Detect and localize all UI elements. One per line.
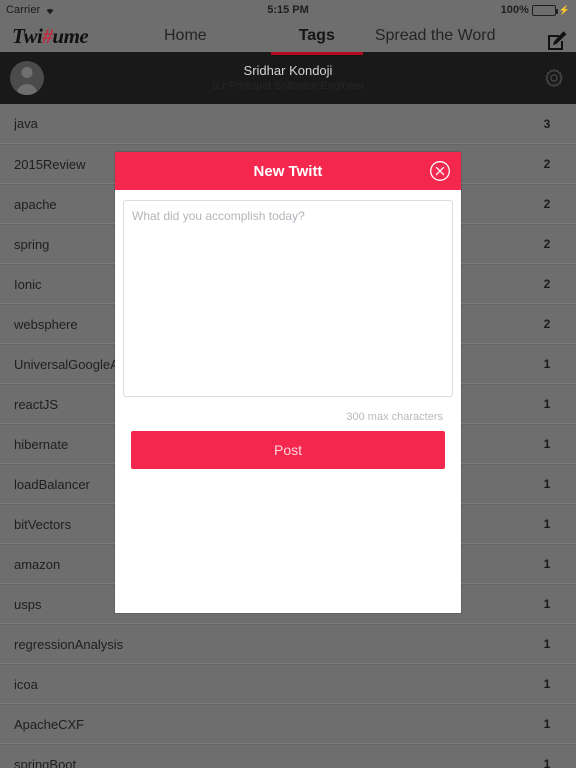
tag-name: java [14, 116, 38, 131]
app-logo[interactable]: Twi#ume [0, 24, 140, 49]
tag-count: 2 [543, 317, 551, 331]
status-bar: Carrier 5:15 PM 100% ⚡ [0, 0, 576, 20]
tag-count: 2 [543, 197, 551, 211]
tag-count: 1 [543, 517, 551, 531]
table-row[interactable]: ApacheCXF 1 [0, 704, 576, 744]
tag-count: 1 [543, 717, 551, 731]
profile-title: S.r Principal Software Engineer [211, 80, 365, 92]
gear-icon[interactable] [544, 68, 564, 88]
post-button[interactable]: Post [131, 431, 445, 469]
new-twitt-modal: New Twitt 300 max characters Post [115, 152, 461, 613]
tag-count: 1 [543, 677, 551, 691]
status-bar-right: 100% ⚡ [501, 4, 570, 16]
modal-filler [115, 469, 461, 613]
compose-pencil-icon[interactable] [546, 30, 568, 52]
battery-percent-label: 100% [500, 4, 529, 16]
char-limit-label: 300 max characters [346, 411, 443, 423]
tag-count: 2 [543, 237, 551, 251]
battery-full-icon [531, 4, 558, 16]
logo-text-part2: ume [52, 23, 89, 48]
tag-count: 1 [543, 557, 551, 571]
top-navigation-bar: Twi#ume Home Tags Spread the Word [0, 20, 576, 55]
modal-header: New Twitt [115, 152, 461, 190]
tag-count: 1 [543, 437, 551, 451]
nav-item-tags-label: Tags [298, 27, 335, 44]
tag-count: 2 [543, 157, 551, 171]
tag-count: 1 [543, 397, 551, 411]
lightning-bolt-icon: ⚡ [558, 4, 570, 15]
nav-items: Home Tags Spread the Word [140, 27, 576, 55]
twitt-textarea[interactable] [123, 200, 453, 397]
nav-item-spread-the-word-label: Spread the Word [374, 27, 496, 44]
nav-item-home-label: Home [164, 27, 207, 44]
tag-count: 1 [543, 637, 551, 651]
tag-count: 1 [543, 357, 551, 371]
profile-bar: Sridhar Kondoji S.r Principal Software E… [0, 52, 576, 104]
logo-text-part1: Twi [12, 23, 43, 48]
tag-count: 2 [543, 277, 551, 291]
tag-name: springBoot [14, 756, 77, 768]
table-row[interactable]: regressionAnalysis 1 [0, 624, 576, 664]
tag-count: 1 [543, 597, 551, 611]
status-bar-time: 5:15 PM [267, 4, 309, 16]
tag-name: icoa [14, 676, 38, 692]
tag-name: regressionAnalysis [14, 636, 124, 652]
user-avatar-icon[interactable] [10, 61, 44, 95]
active-tab-underline [270, 52, 363, 55]
modal-body: 300 max characters Post [115, 190, 461, 469]
tag-count: 1 [543, 477, 551, 491]
close-circle-icon[interactable] [429, 160, 451, 182]
tag-count: 3 [543, 116, 551, 131]
tag-count: 1 [543, 757, 551, 768]
logo-hash-icon: # [42, 23, 53, 48]
profile-text-block: Sridhar Kondoji S.r Principal Software E… [0, 62, 576, 94]
post-button-label: Post [273, 442, 302, 458]
app-root: Carrier 5:15 PM 100% ⚡ Twi#ume Home Tags… [0, 0, 576, 768]
profile-name: Sridhar Kondoji [243, 63, 333, 78]
modal-title: New Twitt [253, 162, 323, 180]
nav-item-home[interactable]: Home [158, 27, 213, 45]
nav-item-spread-the-word[interactable]: Spread the Word [369, 27, 502, 45]
table-row[interactable]: springBoot 1 [0, 744, 576, 768]
table-row[interactable]: icoa 1 [0, 664, 576, 704]
tag-name: ApacheCXF [14, 716, 85, 732]
nav-item-tags[interactable]: Tags [270, 27, 363, 55]
table-row[interactable]: java 3 [0, 104, 576, 144]
